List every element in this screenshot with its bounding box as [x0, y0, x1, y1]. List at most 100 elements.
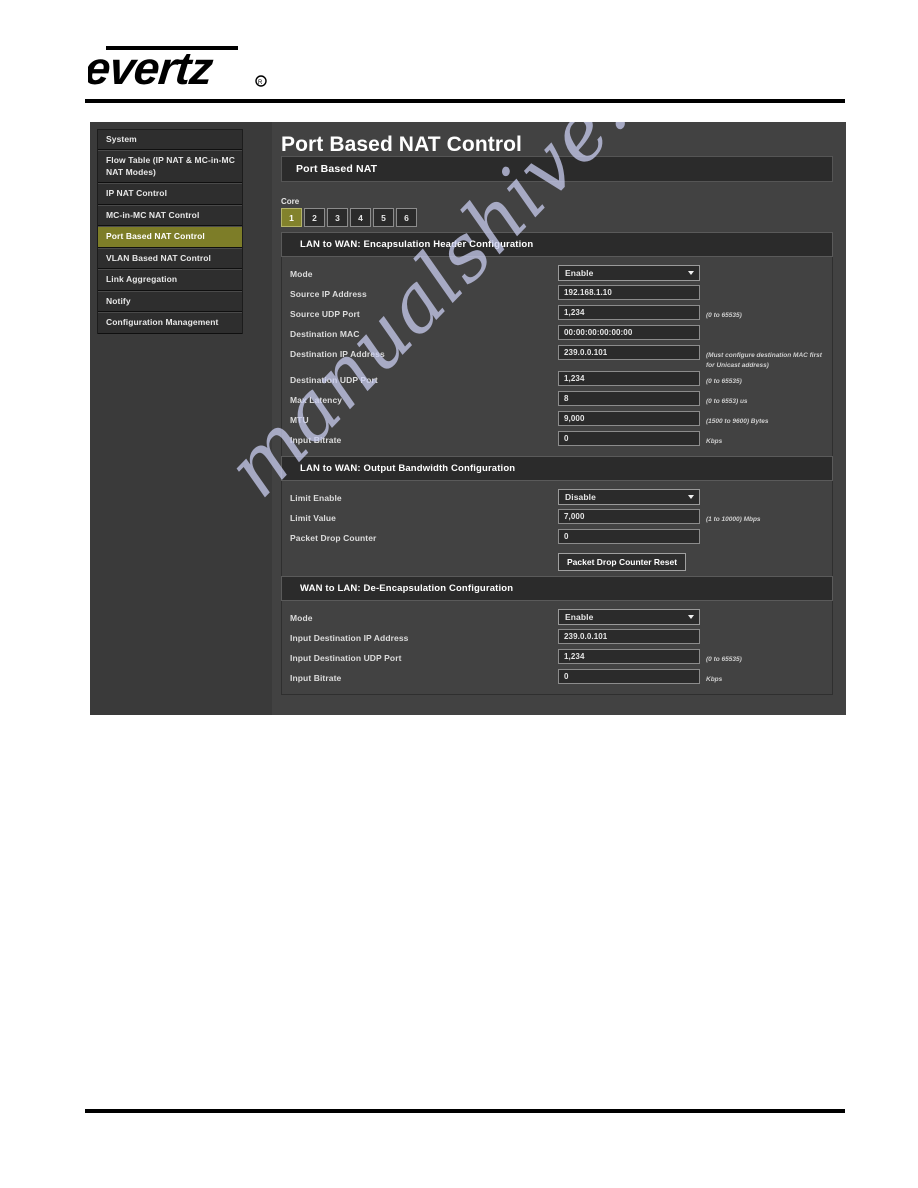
field-hint: (0 to 65535) [706, 655, 742, 663]
field-label: Input Bitrate [290, 434, 342, 445]
input-destination-ip-address[interactable]: 239.0.0.101 [558, 345, 700, 360]
field-hint: Kbps [706, 675, 723, 683]
field-label: Destination IP Address [290, 349, 385, 359]
form-row: Limit Enable Disable [282, 488, 832, 509]
field-hint: (Must configure destination MAC first fo… [706, 352, 822, 369]
svg-text:evertz: evertz [88, 42, 216, 94]
form-row: Packet Drop Counter 0 [282, 528, 832, 549]
field-label: Input Destination UDP Port [290, 652, 402, 663]
field-label: Limit Enable [290, 492, 342, 503]
field-hint: Kbps [706, 437, 723, 445]
sidebar-item-vlan-based-nat-control[interactable]: VLAN Based NAT Control [98, 247, 242, 270]
section-body: Limit Enable Disable Limit Value 7,000 (1 to… [281, 480, 833, 576]
core-tab-5[interactable]: 5 [373, 208, 394, 227]
footer-divider [85, 1109, 845, 1113]
form-row: Mode Enable [282, 608, 832, 629]
sidebar-nav: System Flow Table (IP NAT & MC-in-MC NAT … [97, 129, 243, 334]
sidebar-item-configuration-management[interactable]: Configuration Management [98, 312, 242, 334]
section-header: WAN to LAN: De-Encapsulation Configurati… [281, 575, 833, 601]
form-row: Input Bitrate 0 Kbps [282, 668, 832, 689]
sidebar-item-flow-table-ip-nat-mc-in-mc-nat-modes[interactable]: Flow Table (IP NAT & MC-in-MC NAT Modes) [98, 150, 242, 184]
input-source-ip-address[interactable]: 192.168.1.10 [558, 285, 700, 300]
sidebar-item-mc-in-mc-nat-control[interactable]: MC-in-MC NAT Control [98, 204, 242, 227]
packet-drop-counter-reset-button[interactable]: Packet Drop Counter Reset [558, 552, 687, 571]
section-body: Mode Enable Input Destination IP Address 23… [281, 600, 833, 695]
field-label: Mode [290, 269, 313, 279]
core-tab-strip: 123456 [281, 208, 419, 227]
core-tab-3[interactable]: 3 [327, 208, 348, 227]
sidebar-item-notify[interactable]: Notify [98, 290, 242, 313]
select-value: Enable [565, 611, 594, 622]
chevron-down-icon [688, 271, 694, 275]
form-row: Source IP Address 192.168.1.10 [282, 285, 832, 305]
form-row: Destination UDP Port 1,234 (0 to 65535) [282, 370, 832, 391]
panel-header: Port Based NAT [281, 156, 833, 182]
sidebar-item-system[interactable]: System [98, 130, 242, 151]
input-source-udp-port[interactable]: 1,234 [558, 305, 700, 320]
section-header: LAN to WAN: Output Bandwidth Configurati… [281, 455, 833, 481]
field-label: Source IP Address [290, 289, 367, 299]
field-hint: (1500 to 9600) Bytes [706, 417, 769, 425]
field-label: Packet Drop Counter [290, 532, 377, 543]
sidebar-item-ip-nat-control[interactable]: IP NAT Control [98, 183, 242, 205]
core-tab-2[interactable]: 2 [304, 208, 325, 227]
sidebar-item-port-based-nat-control[interactable]: Port Based NAT Control [98, 226, 242, 248]
select-limit-enable[interactable]: Disable [558, 488, 700, 505]
svg-text:R: R [258, 80, 263, 86]
form-row: Destination IP Address 239.0.0.101 (Must c… [282, 345, 832, 371]
document-page: evertz R System Flow Table (IP NAT & MC-i… [0, 0, 918, 1188]
form-row: Source UDP Port 1,234 (0 to 65535) [282, 305, 832, 325]
field-label: Input Bitrate [290, 672, 342, 683]
field-label: Source UDP Port [290, 309, 360, 319]
input-max-latency[interactable]: 8 [558, 390, 700, 406]
web-ui-screenshot: System Flow Table (IP NAT & MC-in-MC NAT … [90, 122, 846, 715]
field-label: Mode [290, 612, 313, 623]
chevron-down-icon [688, 614, 694, 619]
core-tab-1[interactable]: 1 [281, 208, 302, 227]
field-hint: (0 to 6553) us [706, 397, 748, 405]
chevron-down-icon [688, 494, 694, 499]
field-label: Max Latency [290, 394, 343, 405]
input-input-destination-udp-port[interactable]: 1,234 [558, 648, 700, 664]
select-value: Disable [565, 491, 596, 502]
input-destination-udp-port[interactable]: 1,234 [558, 370, 700, 386]
field-label: MTU [290, 414, 309, 425]
select-mode[interactable]: Enable [558, 608, 700, 625]
select-mode[interactable]: Enable [558, 265, 700, 281]
input-mtu[interactable]: 9,000 [558, 410, 700, 426]
header-divider [85, 99, 845, 103]
config-sections: LAN to WAN: Encapsulation Header Configu… [281, 232, 833, 695]
section-body: Mode Enable Source IP Address 192.168.1.10 S… [281, 257, 833, 456]
main-content: Port Based NAT Control Port Based NAT Co… [272, 122, 846, 715]
page-title: Port Based NAT Control [281, 133, 522, 156]
field-label: Destination MAC [290, 329, 360, 339]
field-label: Destination UDP Port [290, 374, 378, 385]
field-hint: (0 to 65535) [706, 312, 742, 319]
input-destination-mac[interactable]: 00:00:00:00:00:00 [558, 325, 700, 340]
input-input-destination-ip-address[interactable]: 239.0.0.101 [558, 628, 700, 644]
input-input-bitrate[interactable]: 0 [558, 430, 700, 446]
form-row: Limit Value 7,000 (1 to 10000) Mbps [282, 508, 832, 529]
form-row: Max Latency 8 (0 to 6553) us [282, 390, 832, 411]
input-packet-drop-counter[interactable]: 0 [558, 528, 700, 544]
field-label: Limit Value [290, 512, 336, 523]
input-limit-value[interactable]: 7,000 [558, 508, 700, 524]
button-row: Packet Drop Counter Reset [282, 552, 832, 571]
field-hint: (1 to 10000) Mbps [706, 515, 761, 523]
form-row: Mode Enable [282, 265, 832, 285]
form-row: Input Bitrate 0 Kbps [282, 430, 832, 451]
core-tab-4[interactable]: 4 [350, 208, 371, 227]
evertz-logo: evertz R [88, 40, 298, 96]
section-header: LAN to WAN: Encapsulation Header Configu… [281, 232, 833, 257]
select-value: Enable [565, 268, 594, 278]
field-hint: (0 to 65535) [706, 377, 742, 385]
input-input-bitrate[interactable]: 0 [558, 668, 700, 684]
field-label: Input Destination IP Address [290, 632, 409, 643]
core-tab-6[interactable]: 6 [396, 208, 417, 227]
form-row: Input Destination UDP Port 1,234 (0 to 655… [282, 648, 832, 669]
sidebar-item-link-aggregation[interactable]: Link Aggregation [98, 269, 242, 291]
form-row: MTU 9,000 (1500 to 9600) Bytes [282, 410, 832, 431]
core-label: Core [281, 197, 300, 206]
form-row: Destination MAC 00:00:00:00:00:00 [282, 325, 832, 345]
